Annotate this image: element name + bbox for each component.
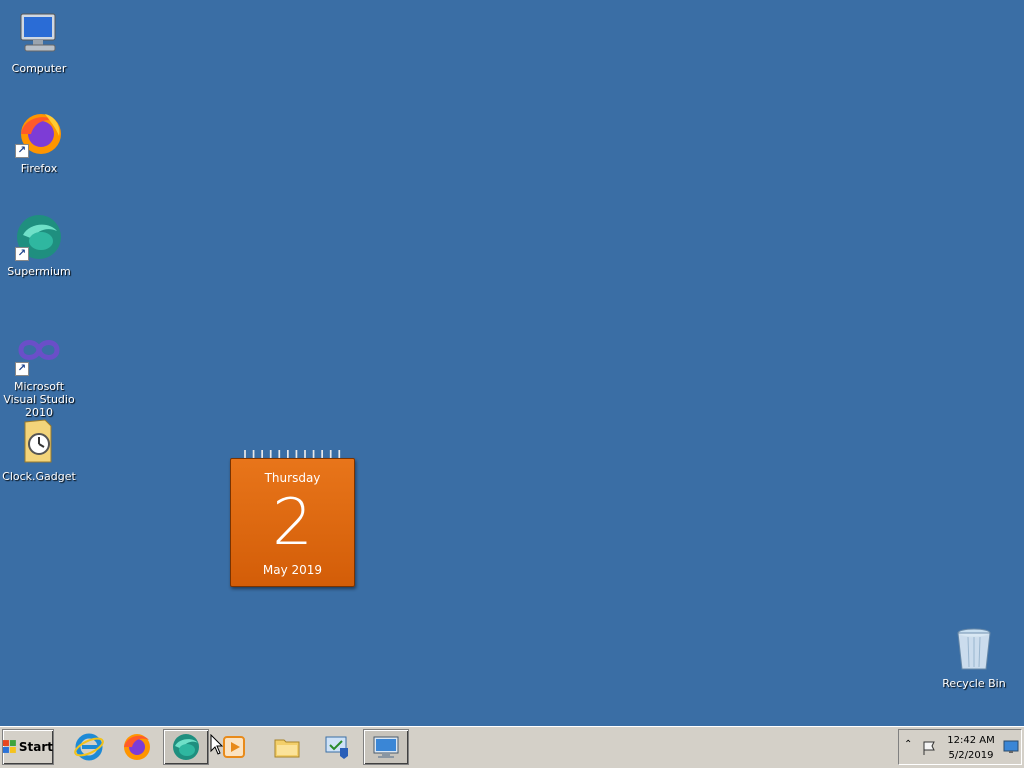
start-label: Start — [18, 740, 53, 754]
windows-logo-icon — [3, 740, 16, 753]
taskbar-item-firefox[interactable] — [114, 729, 160, 765]
remote-desktop-icon — [373, 736, 399, 758]
mouse-cursor-icon — [210, 734, 224, 755]
calendar-gadget[interactable]: Thursday 2 May 2019 — [230, 450, 355, 587]
supermium-icon: ↗ — [15, 213, 63, 261]
calendar-weekday: Thursday — [264, 471, 321, 485]
taskbar-item-supermium[interactable] — [163, 729, 209, 765]
firefox-icon — [124, 734, 150, 760]
calendar-day-number: 2 — [272, 486, 313, 560]
taskbar-item-file-explorer[interactable] — [264, 729, 310, 765]
taskbar-clock[interactable]: 12:42 AM 5/2/2019 — [943, 733, 999, 763]
desktop-icon-label: Microsoft Visual Studio 2010 — [3, 380, 75, 419]
desktop-icon-visual-studio[interactable]: ↗ Microsoft Visual Studio 2010 — [0, 328, 78, 419]
supermium-icon — [173, 734, 199, 760]
desktop-icon-label: Computer — [11, 62, 67, 75]
shortcut-arrow-icon: ↗ — [15, 247, 29, 261]
shortcut-arrow-icon: ↗ — [15, 362, 29, 376]
desktop-icon-label: Clock.Gadget — [2, 470, 76, 483]
desktop-icon-clock-gadget[interactable]: Clock.Gadget — [0, 418, 78, 483]
taskbar: Start ⌃ 12:42 AM 5/2/2019 — [0, 726, 1024, 768]
taskbar-item-control-panel[interactable] — [314, 729, 360, 765]
clock-date: 5/2/2019 — [948, 750, 994, 761]
desktop-icon-supermium[interactable]: ↗ Supermium — [0, 213, 78, 278]
taskbar-item-remote-desktop[interactable] — [363, 729, 409, 765]
control-panel-icon — [325, 736, 348, 759]
start-button[interactable]: Start — [2, 729, 54, 765]
calendar-month-year: May 2019 — [262, 563, 323, 577]
desktop-icon-label: Firefox — [20, 162, 58, 175]
desktop-icon-computer[interactable]: Computer — [0, 10, 78, 75]
firefox-icon: ↗ — [15, 110, 63, 158]
action-center-flag-icon[interactable] — [921, 740, 937, 756]
calendar-page: Thursday 2 May 2019 — [230, 458, 355, 587]
desktop: Computer ↗ Firefox ↗ Supermium ↗ Microso… — [0, 0, 1024, 755]
clock-time: 12:42 AM — [947, 735, 995, 746]
visual-studio-icon: ↗ — [15, 328, 63, 376]
computer-icon — [15, 10, 63, 58]
show-hidden-icons-chevron[interactable]: ⌃ — [904, 739, 912, 750]
taskbar-item-internet-explorer[interactable] — [66, 729, 112, 765]
shortcut-arrow-icon: ↗ — [15, 144, 29, 158]
desktop-icon-recycle-bin[interactable]: Recycle Bin — [935, 625, 1013, 690]
desktop-icon-label: Recycle Bin — [942, 677, 1006, 690]
internet-explorer-icon — [74, 733, 104, 761]
recycle-bin-icon — [950, 625, 998, 673]
desktop-icon-firefox[interactable]: ↗ Firefox — [0, 110, 78, 175]
system-tray: ⌃ 12:42 AM 5/2/2019 — [898, 729, 1022, 765]
file-explorer-icon — [274, 739, 300, 758]
show-desktop-icon[interactable] — [1003, 740, 1019, 754]
clock-gadget-icon — [15, 418, 63, 466]
desktop-icon-label: Supermium — [7, 265, 71, 278]
